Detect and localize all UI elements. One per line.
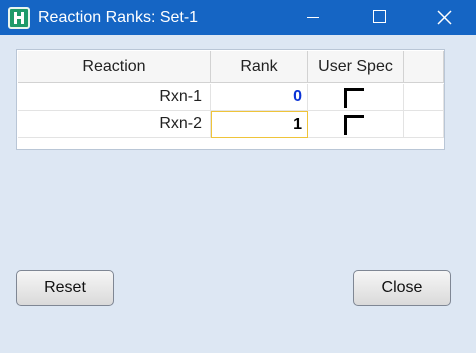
- empty-column-header: [404, 51, 444, 83]
- user-spec-checkbox[interactable]: [344, 115, 364, 135]
- maximize-button[interactable]: [357, 0, 403, 35]
- user-spec-checkbox[interactable]: [344, 88, 364, 108]
- empty-cell: [404, 111, 444, 138]
- reaction-cell: Rxn-1: [18, 84, 211, 111]
- reaction-cell: Rxn-2: [18, 111, 211, 138]
- rank-cell-selected[interactable]: 1: [211, 111, 308, 138]
- minimize-button[interactable]: [289, 0, 335, 35]
- reaction-column-header[interactable]: Reaction: [18, 51, 211, 83]
- title-bar: Reaction Ranks: Set-1: [0, 0, 476, 35]
- user-spec-column-header[interactable]: User Spec: [308, 51, 404, 83]
- window-title: Reaction Ranks: Set-1: [38, 9, 199, 26]
- reaction-ranks-grid: Reaction Rank User Spec Rxn-1 0 Rxn-2 1: [16, 49, 445, 150]
- reset-button[interactable]: Reset: [16, 270, 114, 306]
- user-spec-cell[interactable]: [308, 84, 404, 111]
- minimize-icon: [307, 17, 319, 18]
- user-spec-cell[interactable]: [308, 111, 404, 138]
- window-close-button[interactable]: [421, 0, 467, 35]
- rank-column-header[interactable]: Rank: [211, 51, 308, 83]
- app-icon: [8, 7, 30, 29]
- close-icon: [437, 10, 452, 25]
- maximize-icon: [373, 10, 386, 23]
- empty-cell: [404, 84, 444, 111]
- close-button[interactable]: Close: [353, 270, 451, 306]
- rank-cell[interactable]: 0: [211, 84, 308, 111]
